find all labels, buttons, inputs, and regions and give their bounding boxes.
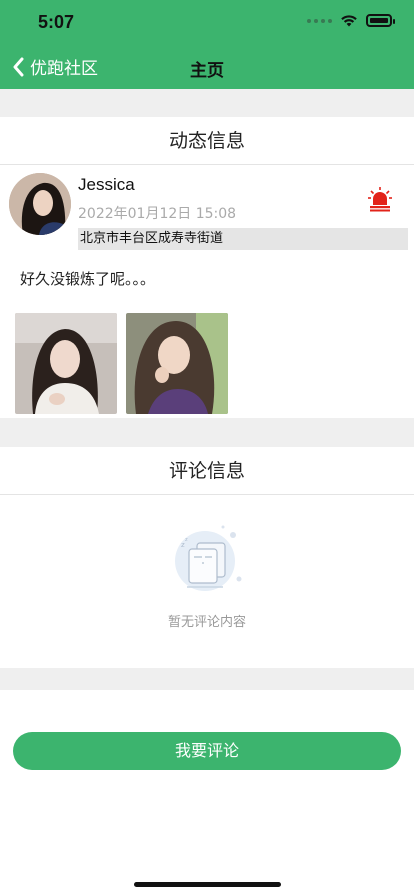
footer: 我要评论: [0, 690, 414, 896]
comment-section-title: 评论信息: [0, 447, 414, 495]
status-time: 5:07: [38, 12, 75, 32]
wifi-icon: [341, 15, 357, 27]
page-title: 主页: [190, 61, 224, 81]
alarm-icon[interactable]: [368, 186, 392, 212]
dynamic-section-title: 动态信息: [0, 117, 414, 165]
comment-card: 评论信息 z z 暂无评论内容: [0, 447, 414, 668]
avatar[interactable]: [9, 173, 71, 235]
dynamic-card: 动态信息 Jessica 2022年01月12日 15:08 北京市丰台区成寿寺…: [0, 117, 414, 418]
username[interactable]: Jessica: [78, 175, 135, 195]
nav-bar: 优跑社区 主页: [0, 44, 414, 89]
signal-icon: [307, 18, 332, 23]
status-icons: [307, 14, 395, 27]
empty-document-icon: z z: [175, 525, 242, 591]
app-header: 5:07 优跑社区 主页: [0, 0, 414, 89]
write-comment-button[interactable]: 我要评论: [13, 732, 401, 770]
empty-text: 暂无评论内容: [167, 615, 246, 630]
post-content: 好久没锻炼了呢。。。: [20, 270, 156, 288]
status-bar: 5:07: [0, 0, 414, 44]
home-indicator: [134, 882, 281, 887]
post-photo-1[interactable]: [15, 313, 117, 414]
battery-icon: [366, 14, 395, 27]
post-time: 2022年01月12日 15:08: [78, 206, 237, 222]
post-photo-2[interactable]: [126, 313, 228, 414]
empty-state: z z 暂无评论内容: [0, 519, 414, 630]
location-tag: 北京市丰台区成寿寺街道: [78, 228, 408, 250]
svg-text:z: z: [185, 537, 188, 543]
